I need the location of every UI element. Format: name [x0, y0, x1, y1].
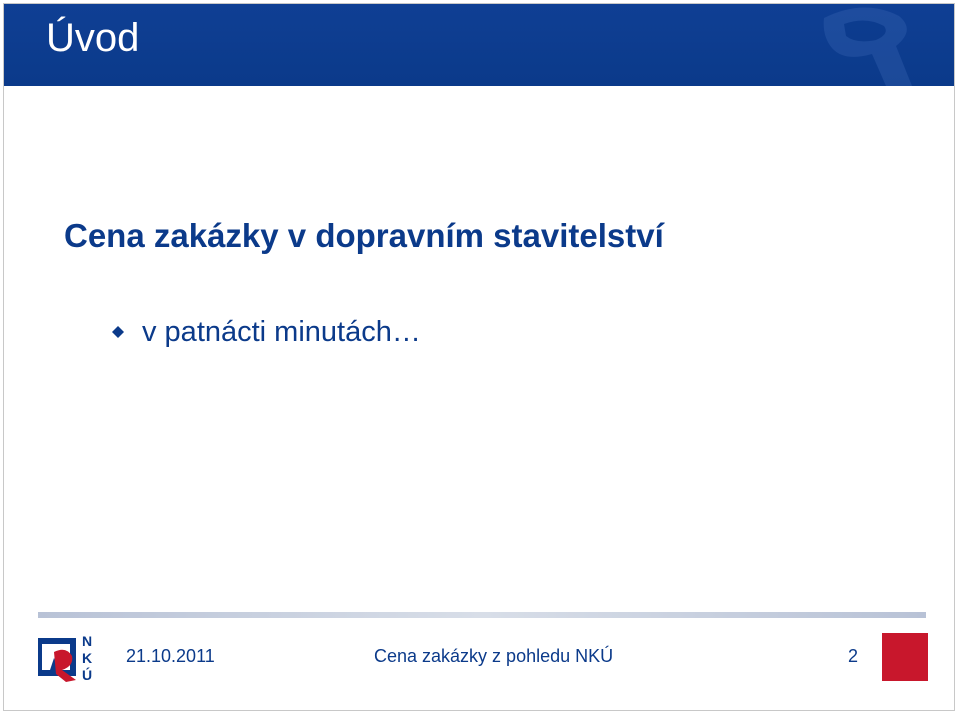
footer-presentation-title: Cena zakázky z pohledu NKÚ — [374, 646, 614, 666]
header-bar: Úvod — [4, 4, 954, 86]
nku-watermark-icon — [823, 7, 912, 86]
bullet-text: v patnácti minutách… — [142, 316, 421, 348]
main-heading: Cena zakázky v dopravním stavitelství — [64, 217, 664, 254]
diamond-bullet-icon — [112, 326, 124, 338]
footer-divider — [38, 612, 926, 618]
slide: Úvod Cena zakázky v dopravním stavitelst… — [3, 3, 955, 711]
bullet-item: v patnácti minutách… — [112, 314, 421, 350]
svg-text:N: N — [82, 633, 92, 649]
footer-date: 21.10.2011 — [126, 646, 215, 666]
page-number: 2 — [848, 646, 859, 666]
nku-logo-icon: N K Ú — [38, 633, 92, 683]
slide-title: Úvod — [46, 16, 140, 60]
svg-text:Ú: Ú — [82, 666, 92, 683]
footer-accent-block — [882, 633, 928, 681]
svg-text:K: K — [82, 650, 92, 666]
